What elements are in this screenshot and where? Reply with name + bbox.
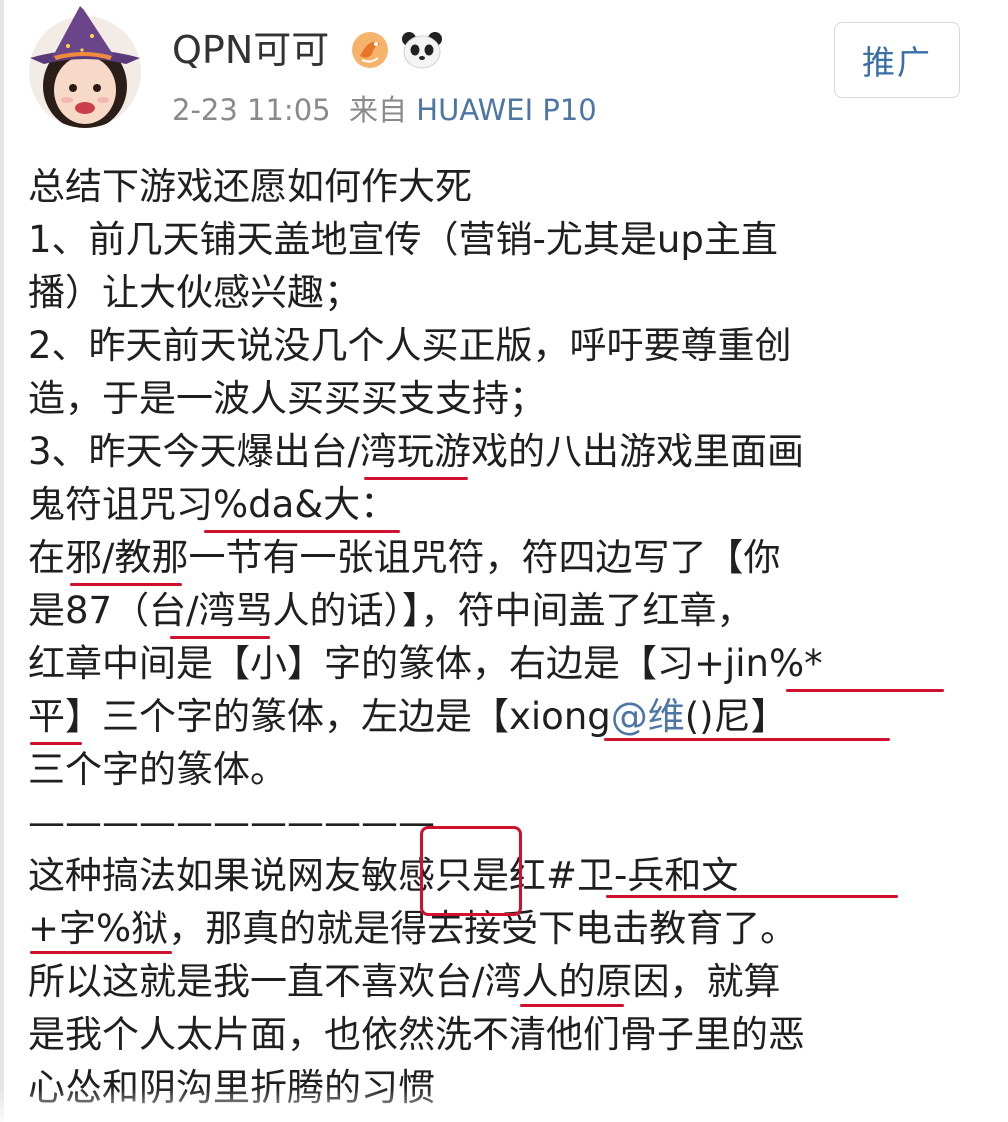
post-time: 2-23 11:05 [172,93,331,127]
device-link[interactable]: HUAWEI P10 [416,93,596,127]
annotation-underline [70,583,182,586]
annotation-underline [606,895,898,898]
post-line: 鬼符诅咒习%da&大： [28,483,398,526]
left-edge-divider [0,0,4,1122]
annotation-underline [364,477,468,480]
annotation-underline [170,636,270,639]
annotation-underline [204,530,400,533]
source-label: 来自 [349,93,408,127]
post-line: 是我个人太片面，也依然洗不清他们骨子里的恶 [28,1013,805,1056]
fox-badge-icon [352,32,388,68]
post-line: 1、前几天铺天盖地宣传（营销-尤其是up主直 [28,218,778,261]
post-line: 2、昨天前天说没几个人买正版，呼吁要尊重创 [28,324,792,367]
post-line: 3、昨天今天爆出台/湾玩游戏的八出游戏里面画 [28,430,805,473]
post-line: 造，于是一波人买买买支支持； [28,377,546,420]
post-line: 红章中间是【小】字的篆体，右边是【习+jin%* [28,642,823,685]
annotation-underline [520,1004,624,1007]
annotation-underline [30,951,172,954]
bottom-fade [0,1088,1008,1122]
annotation-underline [786,689,944,692]
annotation-underline [604,738,890,741]
post-line: 播）让大伙感兴趣； [28,271,361,314]
post-line: 三个字的篆体。 [28,748,287,791]
annotation-box [420,826,522,916]
panda-badge-icon [402,32,442,69]
annotation-underline [30,742,82,745]
mention-link[interactable]: @维 [611,695,685,738]
post-line: 平】三个字的篆体，左边是【xiong@维()尼】 [28,690,988,743]
promote-button[interactable]: 推广 [834,22,960,98]
avatar[interactable] [22,6,148,132]
post-line: 是87（台/湾骂人的话）】，符中间盖了红章， [28,589,754,632]
post-meta: 2-23 11:05 来自 HUAWEI P10 [172,92,597,128]
username[interactable]: QPN可可 [172,28,329,72]
post-line: 在邪/教那一节有一张诅咒符，符四边写了【你 [28,536,781,579]
line-text: 平】三个字的篆体，左边是【xiong [28,695,611,738]
line-text: ()尼】 [684,695,788,738]
post-line: 所以这就是我一直不喜欢台/湾人的原因，就算 [28,960,781,1003]
post-line: 总结下游戏还愿如何作大死 [28,165,472,208]
